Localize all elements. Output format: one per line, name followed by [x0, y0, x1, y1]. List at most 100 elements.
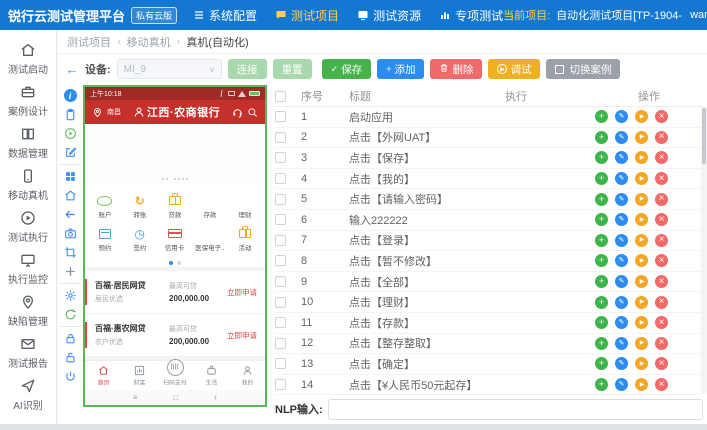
- row-checkbox[interactable]: [275, 276, 286, 287]
- back-arrow-icon[interactable]: ←: [65, 62, 79, 76]
- row-checkbox[interactable]: [275, 358, 286, 369]
- grid-item-loan[interactable]: 贷款: [157, 190, 192, 223]
- step-row[interactable]: 6输入222222: [275, 210, 703, 231]
- rotate-icon[interactable]: [62, 306, 79, 323]
- loan-card[interactable]: 百福·惠农网贷 农户优选 最高可贷 200,000.00 立即申请: [85, 314, 265, 357]
- delete-step-icon[interactable]: [655, 213, 668, 226]
- step-row[interactable]: 9点击【全部】: [275, 272, 703, 293]
- step-row[interactable]: 12点击【整存整取】: [275, 334, 703, 355]
- sidebar-item-test-start[interactable]: 测试启动: [0, 38, 56, 80]
- delete-step-icon[interactable]: [655, 357, 668, 370]
- edit-step-icon[interactable]: [615, 254, 628, 267]
- tab-scan-pay[interactable]: ||||扫码支付: [157, 365, 193, 387]
- run-step-icon[interactable]: [635, 234, 648, 247]
- edit-step-icon[interactable]: [615, 378, 628, 391]
- menu-item-test-project[interactable]: 测试项目: [275, 7, 339, 24]
- run-step-icon[interactable]: [635, 151, 648, 164]
- nlp-input[interactable]: [328, 399, 703, 420]
- row-checkbox[interactable]: [275, 255, 286, 266]
- search-icon[interactable]: [247, 107, 258, 118]
- delete-step-icon[interactable]: [655, 151, 668, 164]
- breadcrumb-item[interactable]: 测试项目: [67, 34, 111, 50]
- reset-button[interactable]: 重置: [273, 59, 312, 79]
- add-step-icon[interactable]: [595, 316, 608, 329]
- sidebar-item-mobile-device[interactable]: 移动真机: [0, 164, 56, 206]
- edit-step-icon[interactable]: [615, 275, 628, 288]
- tab-home[interactable]: 首页: [85, 365, 121, 387]
- step-row[interactable]: 10点击【理财】: [275, 292, 703, 313]
- save-button[interactable]: ✓保存: [322, 59, 372, 79]
- grid-item-sign[interactable]: ◷签约: [122, 223, 157, 256]
- edit-step-icon[interactable]: [615, 357, 628, 370]
- table-scrollbar[interactable]: [701, 106, 707, 394]
- play-icon[interactable]: [62, 125, 79, 142]
- run-step-icon[interactable]: [635, 378, 648, 391]
- add-step-icon[interactable]: [595, 275, 608, 288]
- scrollbar-thumb[interactable]: [702, 108, 706, 164]
- grid-item-activity[interactable]: 活动: [228, 223, 263, 256]
- grid-item-account[interactable]: 账户: [87, 190, 122, 223]
- delete-step-icon[interactable]: [655, 254, 668, 267]
- sidebar-item-defect-management[interactable]: 缺陷管理: [0, 290, 56, 332]
- row-checkbox[interactable]: [275, 194, 286, 205]
- grid-item-transfer[interactable]: ↻转账: [122, 190, 157, 223]
- edit-step-icon[interactable]: [615, 234, 628, 247]
- sidebar-item-ai-recognition[interactable]: AI识别: [0, 374, 56, 416]
- row-checkbox[interactable]: [275, 152, 286, 163]
- edit-step-icon[interactable]: [615, 110, 628, 123]
- grid-icon[interactable]: [62, 168, 79, 185]
- sidebar-item-case-design[interactable]: 案例设计: [0, 80, 56, 122]
- run-step-icon[interactable]: [635, 337, 648, 350]
- run-step-icon[interactable]: [635, 110, 648, 123]
- sidebar-item-test-report[interactable]: 测试报告: [0, 332, 56, 374]
- delete-step-icon[interactable]: [655, 275, 668, 288]
- edit-step-icon[interactable]: [615, 213, 628, 226]
- step-row[interactable]: 3点击【保存】: [275, 148, 703, 169]
- home-icon[interactable]: [62, 187, 79, 204]
- sidebar-item-test-execution[interactable]: 测试执行: [0, 206, 56, 248]
- city-label[interactable]: 南昌: [107, 107, 121, 117]
- info-icon[interactable]: i: [62, 87, 79, 104]
- phone-mirror[interactable]: 上午10:18 南昌 江西·农商银行: [83, 85, 267, 407]
- android-menu-icon[interactable]: [133, 393, 138, 402]
- row-checkbox[interactable]: [275, 111, 286, 122]
- menu-item-special-test[interactable]: 专项测试: [439, 7, 503, 24]
- row-checkbox[interactable]: [275, 338, 286, 349]
- row-checkbox[interactable]: [275, 297, 286, 308]
- row-checkbox[interactable]: [275, 235, 286, 246]
- row-checkbox[interactable]: [275, 317, 286, 328]
- sidebar-item-execution-monitor[interactable]: 执行监控: [0, 248, 56, 290]
- add-step-icon[interactable]: [595, 337, 608, 350]
- step-row[interactable]: 13点击【确定】: [275, 354, 703, 375]
- run-step-icon[interactable]: [635, 357, 648, 370]
- unlock-icon[interactable]: [62, 349, 79, 366]
- android-recent-icon[interactable]: [173, 393, 178, 402]
- delete-step-icon[interactable]: [655, 172, 668, 185]
- location-icon[interactable]: [92, 107, 103, 118]
- edit-step-icon[interactable]: [615, 337, 628, 350]
- step-row[interactable]: 8点击【暂不修改】: [275, 251, 703, 272]
- add-step-icon[interactable]: [595, 151, 608, 164]
- delete-step-icon[interactable]: [655, 131, 668, 144]
- delete-step-icon[interactable]: [655, 337, 668, 350]
- step-row[interactable]: 4点击【我的】: [275, 169, 703, 190]
- add-step-icon[interactable]: [595, 110, 608, 123]
- step-row[interactable]: 1启动应用: [275, 107, 703, 128]
- run-step-icon[interactable]: [635, 172, 648, 185]
- add-step-icon[interactable]: [595, 234, 608, 247]
- menu-item-test-resource[interactable]: 测试资源: [357, 7, 421, 24]
- add-step-icon[interactable]: [595, 254, 608, 267]
- edit-icon[interactable]: [62, 144, 79, 161]
- edit-step-icon[interactable]: [615, 316, 628, 329]
- add-step-icon[interactable]: [595, 193, 608, 206]
- tab-life[interactable]: 生活: [193, 365, 229, 387]
- delete-step-icon[interactable]: [655, 378, 668, 391]
- edit-step-icon[interactable]: [615, 296, 628, 309]
- delete-step-icon[interactable]: [655, 316, 668, 329]
- back-icon[interactable]: [62, 206, 79, 223]
- edit-step-icon[interactable]: [615, 193, 628, 206]
- grid-item-credit-card[interactable]: 信用卡: [157, 223, 192, 256]
- step-row[interactable]: 2点击【外网UAT】: [275, 128, 703, 149]
- row-checkbox[interactable]: [275, 379, 286, 390]
- device-select[interactable]: MI_9: [117, 59, 222, 79]
